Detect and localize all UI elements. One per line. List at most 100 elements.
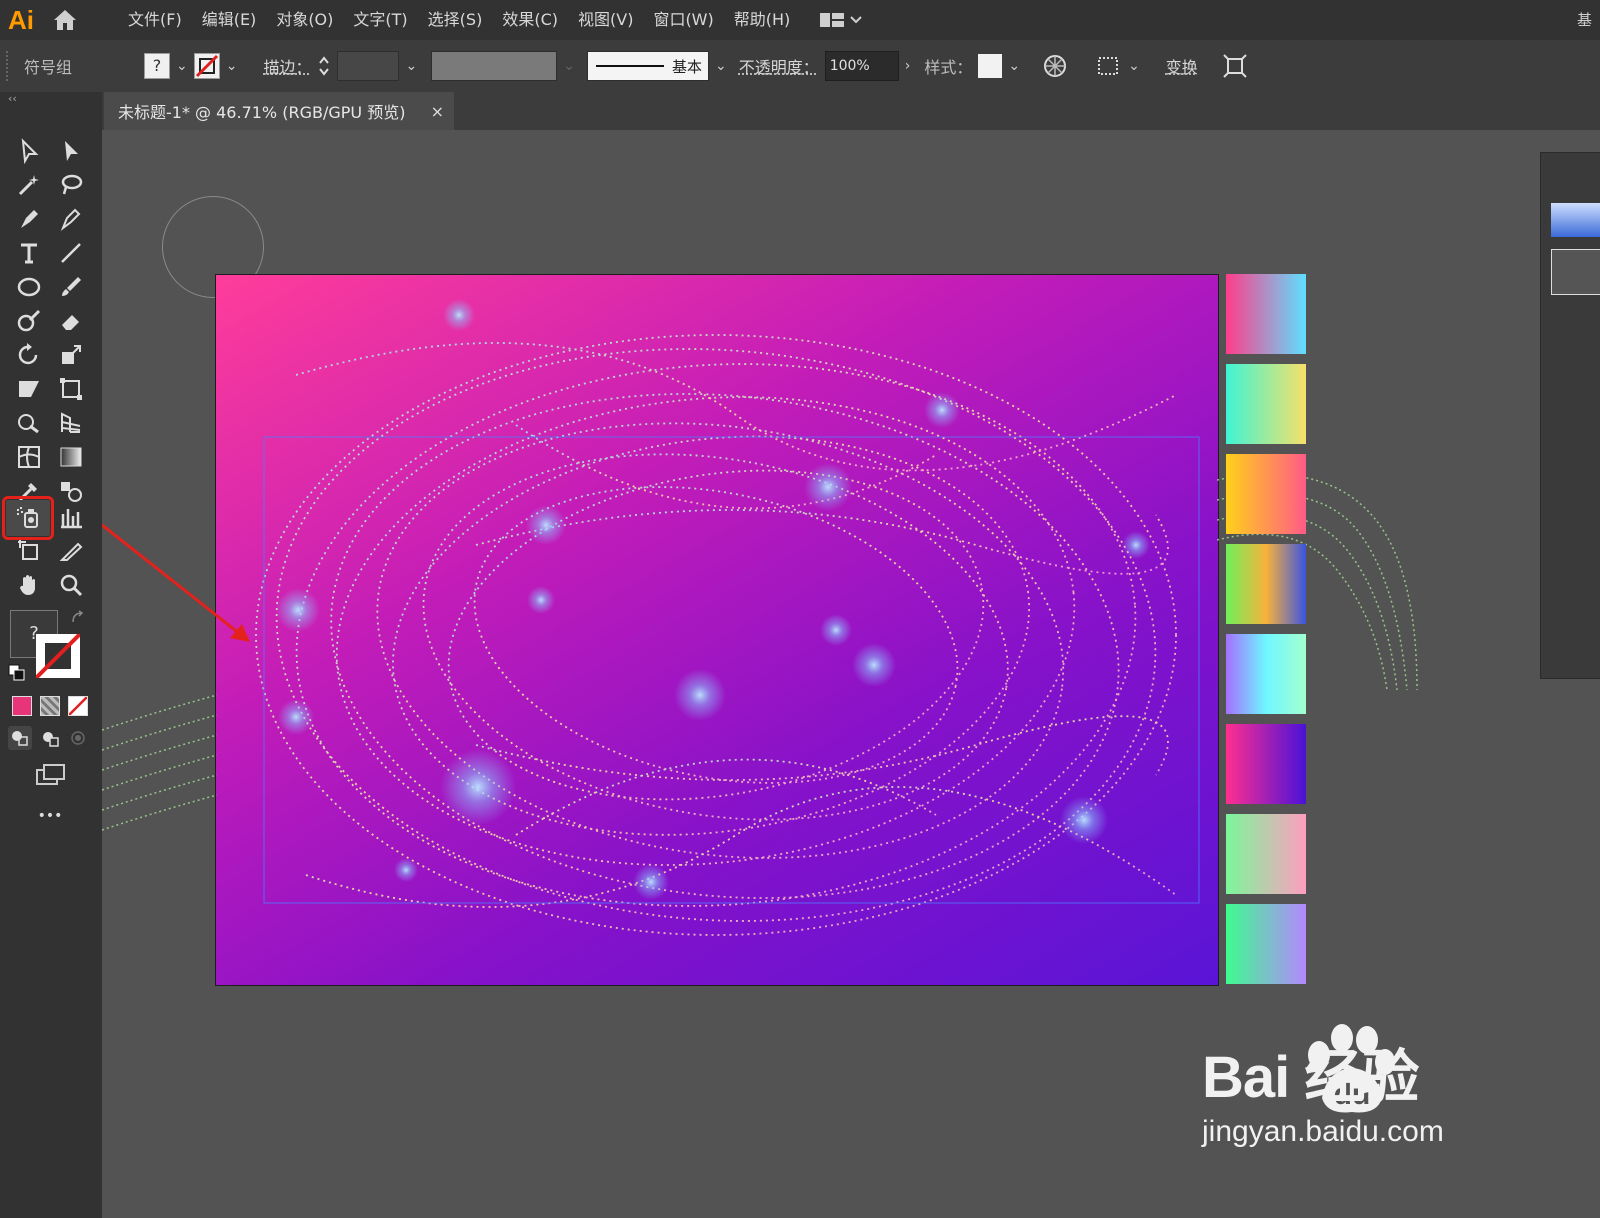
shaper-tool[interactable] <box>12 306 46 336</box>
isolate-selection-icon[interactable] <box>1222 53 1248 79</box>
eraser-icon <box>62 315 79 330</box>
menu-type[interactable]: 文字(T) <box>343 0 417 40</box>
chevron-down-icon[interactable]: ⌄ <box>1128 58 1140 74</box>
gradient-tool[interactable] <box>54 442 88 472</box>
workspace-switcher[interactable] <box>820 11 862 29</box>
magic-wand-tool[interactable] <box>12 170 46 200</box>
brush-definition-dropdown[interactable]: 基本 <box>586 51 709 81</box>
scale-tool[interactable] <box>54 340 88 370</box>
graphic-style-swatch[interactable] <box>978 54 1003 78</box>
ellipse-tool[interactable] <box>12 272 46 302</box>
swatch-thumbnail[interactable] <box>1551 249 1600 295</box>
stroke-label[interactable]: 描边： <box>263 54 311 78</box>
swap-fill-stroke-icon[interactable] <box>70 610 86 626</box>
draw-behind-button[interactable] <box>38 726 62 750</box>
mesh-tool[interactable] <box>12 442 46 472</box>
fill-swatch[interactable]: ? <box>144 53 170 79</box>
chevron-down-icon[interactable]: ⌄ <box>1008 58 1020 74</box>
draw-inside-button[interactable] <box>66 726 90 750</box>
variable-width-dropdown[interactable] <box>431 51 558 81</box>
width-tool[interactable] <box>12 374 46 404</box>
menu-file[interactable]: 文件(F) <box>118 0 192 40</box>
baidu-watermark: du Bai 经验 jingyan.baidu.com <box>1202 1020 1502 1170</box>
paintbrush-tool[interactable] <box>54 272 88 302</box>
curvature-tool[interactable] <box>54 204 88 234</box>
rotate-tool[interactable] <box>12 340 46 370</box>
free-transform-tool[interactable] <box>54 374 88 404</box>
opacity-input[interactable]: 100% <box>824 51 899 81</box>
perspective-grid-tool[interactable] <box>54 408 88 438</box>
selection-tool[interactable] <box>12 136 46 166</box>
eraser-tool[interactable] <box>54 306 88 336</box>
curvature-pen-icon <box>60 208 81 231</box>
chevron-right-icon[interactable]: › <box>905 58 911 74</box>
gradient-swatch[interactable] <box>1226 724 1306 804</box>
gradient-swatch[interactable] <box>1226 544 1306 624</box>
hand-tool[interactable] <box>12 570 46 600</box>
chevron-down-icon[interactable]: ⌄ <box>226 58 238 74</box>
artboard-tool[interactable] <box>12 536 46 566</box>
panel-grip[interactable] <box>6 51 14 81</box>
line-segment-tool[interactable] <box>54 238 88 268</box>
chevron-down-icon[interactable]: ⌄ <box>176 58 188 74</box>
menu-object[interactable]: 对象(O) <box>266 0 343 40</box>
change-screen-mode-button[interactable] <box>34 762 68 790</box>
width-icon <box>19 381 39 397</box>
menu-edit[interactable]: 编辑(E) <box>192 0 267 40</box>
shape-builder-tool[interactable] <box>12 408 46 438</box>
chevron-down-icon[interactable]: ⌄ <box>715 58 727 74</box>
default-fill-stroke-icon[interactable] <box>8 664 26 682</box>
stepper-icon[interactable] <box>317 54 331 78</box>
menu-effect[interactable]: 效果(C) <box>492 0 568 40</box>
gradient-swatch[interactable] <box>1226 274 1306 354</box>
home-icon[interactable] <box>42 0 88 40</box>
main-menu: 文件(F) 编辑(E) 对象(O) 文字(T) 选择(S) 效果(C) 视图(V… <box>118 0 800 40</box>
color-mode-button[interactable] <box>12 696 32 716</box>
ellipse-icon <box>17 277 41 297</box>
symbol-sprayer-tool[interactable] <box>2 496 54 540</box>
opacity-label[interactable]: 不透明度： <box>739 54 819 78</box>
gradient-swatch[interactable] <box>1226 904 1306 984</box>
none-mode-button[interactable] <box>68 696 88 716</box>
transform-link[interactable]: 变换 <box>1166 54 1198 78</box>
spilled-wave-artwork <box>102 694 217 831</box>
menu-window[interactable]: 窗口(W) <box>643 0 723 40</box>
pen-tool[interactable] <box>12 204 46 234</box>
zoom-tool[interactable] <box>54 570 88 600</box>
document-tab[interactable]: 未标题-1* @ 46.71% (RGB/GPU 预览) × <box>104 92 454 130</box>
gradient-swatch[interactable] <box>1226 454 1306 534</box>
edit-toolbar-button[interactable]: ••• <box>30 808 70 824</box>
control-bar: 符号组 ? ⌄ ⌄ 描边： ⌄ ⌄ 基本 ⌄ 不透明度： 100% › 样式： … <box>0 40 1600 93</box>
search-stub[interactable]: 基 <box>1577 0 1592 40</box>
menu-help[interactable]: 帮助(H) <box>724 0 801 40</box>
chevron-down-icon <box>850 16 862 24</box>
gradient-swatch[interactable] <box>1226 364 1306 444</box>
watermark-site: jingyan.baidu.com <box>1202 1115 1444 1148</box>
draw-normal-button[interactable] <box>8 726 32 750</box>
direct-selection-tool[interactable] <box>54 136 88 166</box>
slice-tool[interactable] <box>54 536 88 566</box>
stroke-swatch[interactable] <box>193 53 220 79</box>
dotted-wave-artwork <box>255 299 1200 936</box>
type-tool[interactable] <box>12 238 46 268</box>
close-tab-button[interactable]: × <box>431 102 444 121</box>
menu-view[interactable]: 视图(V) <box>568 0 643 40</box>
stroke-weight-dropdown[interactable] <box>337 51 400 81</box>
stroke-line-preview <box>595 65 664 67</box>
swatch-thumbnail[interactable] <box>1551 203 1600 237</box>
collapse-panel-button[interactable]: ‹‹ <box>0 92 102 110</box>
align-grid-icon[interactable] <box>1096 53 1122 79</box>
paintbrush-icon <box>62 277 81 296</box>
gradient-mode-button[interactable] <box>40 696 60 716</box>
artboard[interactable] <box>215 274 1219 986</box>
gradient-swatch[interactable] <box>1226 634 1306 714</box>
gradient-swatch[interactable] <box>1226 814 1306 894</box>
column-graph-tool[interactable] <box>54 502 88 532</box>
canvas[interactable]: du Bai 经验 jingyan.baidu.com <box>102 130 1600 1218</box>
recolor-artwork-icon[interactable] <box>1042 53 1068 79</box>
stroke-color-box[interactable] <box>36 634 80 678</box>
menu-select[interactable]: 选择(S) <box>418 0 493 40</box>
lasso-tool[interactable] <box>54 170 88 200</box>
chevron-down-icon[interactable]: ⌄ <box>405 58 417 74</box>
hand-icon <box>20 575 35 595</box>
